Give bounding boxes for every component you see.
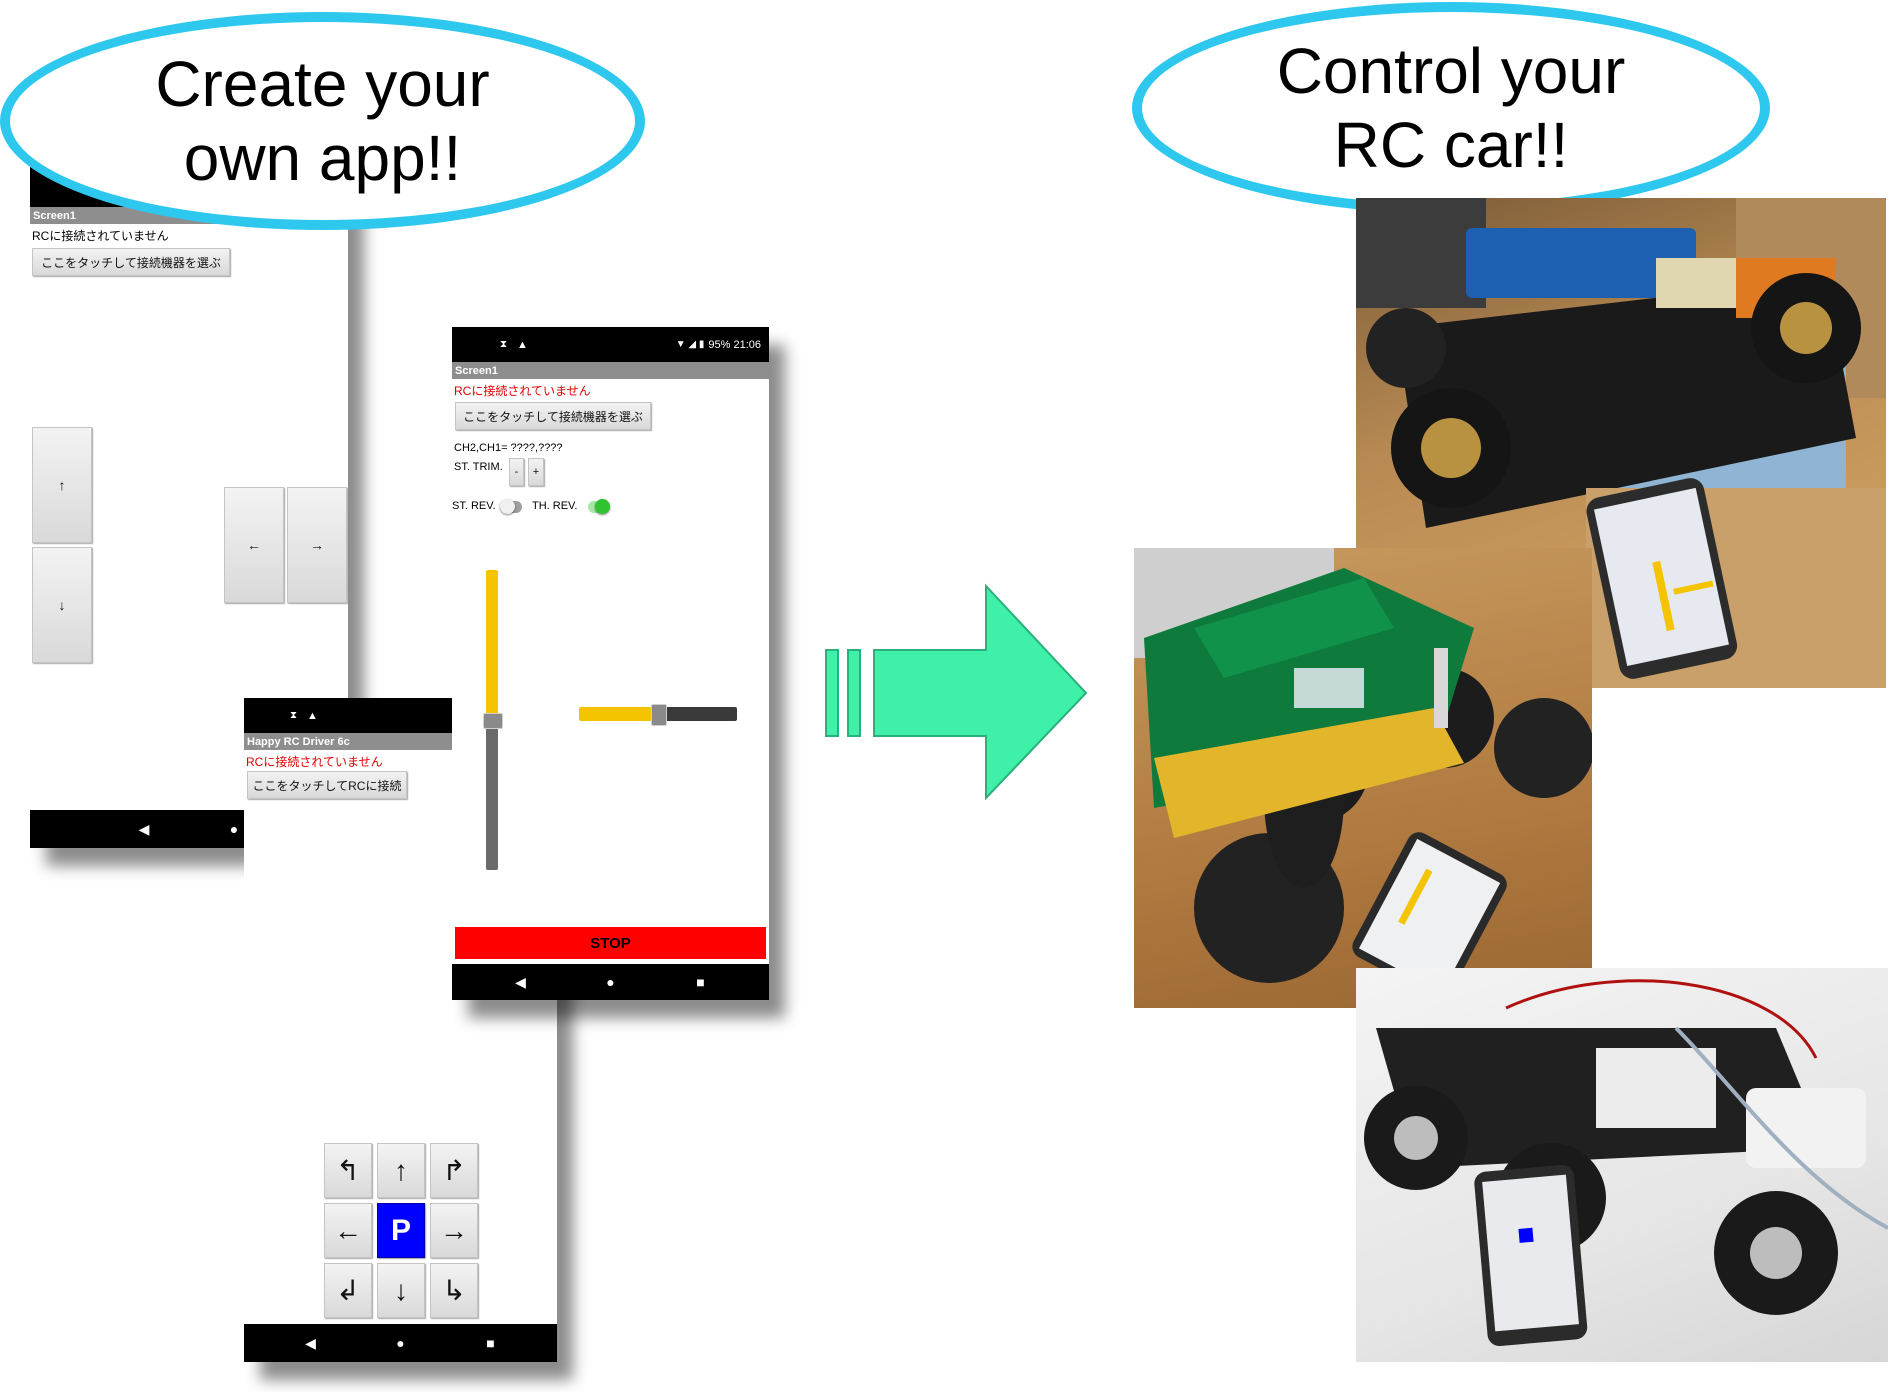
steering-slider-thumb[interactable] bbox=[651, 704, 667, 726]
th-rev-label: TH. REV. bbox=[532, 500, 578, 512]
dpad-left-button[interactable]: ← bbox=[324, 1203, 372, 1258]
channel-readout: CH2,CH1= ????,???? bbox=[454, 442, 563, 454]
callout-line2: RC car!! bbox=[1333, 109, 1569, 181]
nav-back-icon[interactable]: ◀ bbox=[266, 1335, 356, 1352]
st-rev-toggle[interactable] bbox=[500, 499, 522, 514]
steering-slider-track bbox=[658, 707, 737, 721]
up-button[interactable]: ↑ bbox=[32, 427, 92, 543]
nav-recent-icon[interactable]: ■ bbox=[656, 974, 746, 990]
st-rev-label: ST. REV. bbox=[452, 500, 496, 512]
stop-button[interactable]: STOP bbox=[455, 927, 766, 959]
callout-control-car: Control your RC car!! bbox=[1132, 2, 1770, 214]
steering-slider[interactable] bbox=[579, 704, 737, 726]
down-button[interactable]: ↓ bbox=[32, 547, 92, 663]
dpad-grid: ↰ ↑ ↱ ← P → ↲ ↓ ↳ bbox=[324, 1143, 478, 1321]
hourglass-icon: ⧗ bbox=[290, 710, 298, 721]
connect-button[interactable]: ここをタッチして接続機器を選ぶ bbox=[32, 248, 230, 276]
warning-icon: ▲ bbox=[307, 709, 318, 722]
throttle-slider-fill bbox=[486, 570, 498, 720]
th-rev-toggle[interactable] bbox=[588, 499, 610, 514]
right-arrow-icon bbox=[825, 583, 1088, 800]
nav-bar: ◀ ● ■ bbox=[244, 1324, 557, 1362]
left-button[interactable]: ← bbox=[224, 487, 284, 603]
trim-minus-button[interactable]: - bbox=[509, 458, 524, 486]
steering-slider-fill bbox=[579, 707, 658, 721]
dpad-turn-up-right-button[interactable]: ↱ bbox=[430, 1143, 478, 1198]
nav-recent-icon[interactable]: ■ bbox=[446, 1335, 536, 1351]
arrow-head bbox=[873, 583, 1088, 800]
nav-back-icon[interactable]: ◀ bbox=[99, 821, 189, 838]
nav-bar: ◀ ● ■ bbox=[452, 964, 769, 1000]
phone-sliders: ⧗ ▲ ▼ ◢ ▮ 95% 21:06 Screen1 RCに接続されていません… bbox=[452, 327, 769, 1000]
rock-crawler-photo bbox=[1356, 968, 1888, 1362]
callout-line1: Create your bbox=[155, 48, 490, 120]
warning-icon: ▲ bbox=[517, 338, 528, 351]
throttle-slider-thumb[interactable] bbox=[483, 713, 503, 729]
dpad-turn-down-right-button[interactable]: ↳ bbox=[430, 1263, 478, 1318]
throttle-slider-track bbox=[486, 720, 498, 870]
callout-line2: own app!! bbox=[183, 122, 462, 194]
dpad-right-button[interactable]: → bbox=[430, 1203, 478, 1258]
connect-button[interactable]: ここをタッチしてRCに接続 bbox=[247, 771, 407, 799]
callout-line1: Control your bbox=[1276, 35, 1626, 107]
connection-status: RCに接続されていません bbox=[454, 384, 591, 398]
connect-button[interactable]: ここをタッチして接続機器を選ぶ bbox=[455, 402, 651, 430]
connection-status: RCに接続されていません bbox=[32, 229, 169, 243]
dpad-turn-down-left-button[interactable]: ↲ bbox=[324, 1263, 372, 1318]
green-monster-truck-photo bbox=[1134, 548, 1592, 1008]
connection-status: RCに接続されていません bbox=[246, 755, 383, 769]
dpad-down-button[interactable]: ↓ bbox=[377, 1263, 425, 1318]
st-trim-label: ST. TRIM. bbox=[454, 461, 503, 473]
nav-home-icon[interactable]: ● bbox=[356, 1335, 446, 1351]
status-bar: ⧗ ▲ ▼ ◢ ▮ 95% 21:06 bbox=[452, 327, 769, 362]
trim-plus-button[interactable]: + bbox=[528, 458, 544, 486]
arrow-bar-2 bbox=[847, 649, 861, 737]
callout-create-app: Create your own app!! bbox=[0, 12, 645, 230]
right-button[interactable]: → bbox=[287, 487, 347, 603]
dpad-up-button[interactable]: ↑ bbox=[377, 1143, 425, 1198]
dpad-park-button[interactable]: P bbox=[377, 1203, 425, 1258]
nav-home-icon[interactable]: ● bbox=[566, 974, 656, 990]
throttle-slider[interactable] bbox=[483, 570, 503, 870]
wifi-icon: ▼ ◢ ▮ bbox=[675, 339, 705, 350]
nav-back-icon[interactable]: ◀ bbox=[476, 974, 566, 991]
arrow-bar-1 bbox=[825, 649, 839, 737]
dpad-turn-up-left-button[interactable]: ↰ bbox=[324, 1143, 372, 1198]
battery-time: 95% 21:06 bbox=[708, 338, 761, 351]
app-title: Screen1 bbox=[452, 362, 769, 379]
hourglass-icon: ⧗ bbox=[500, 339, 508, 350]
